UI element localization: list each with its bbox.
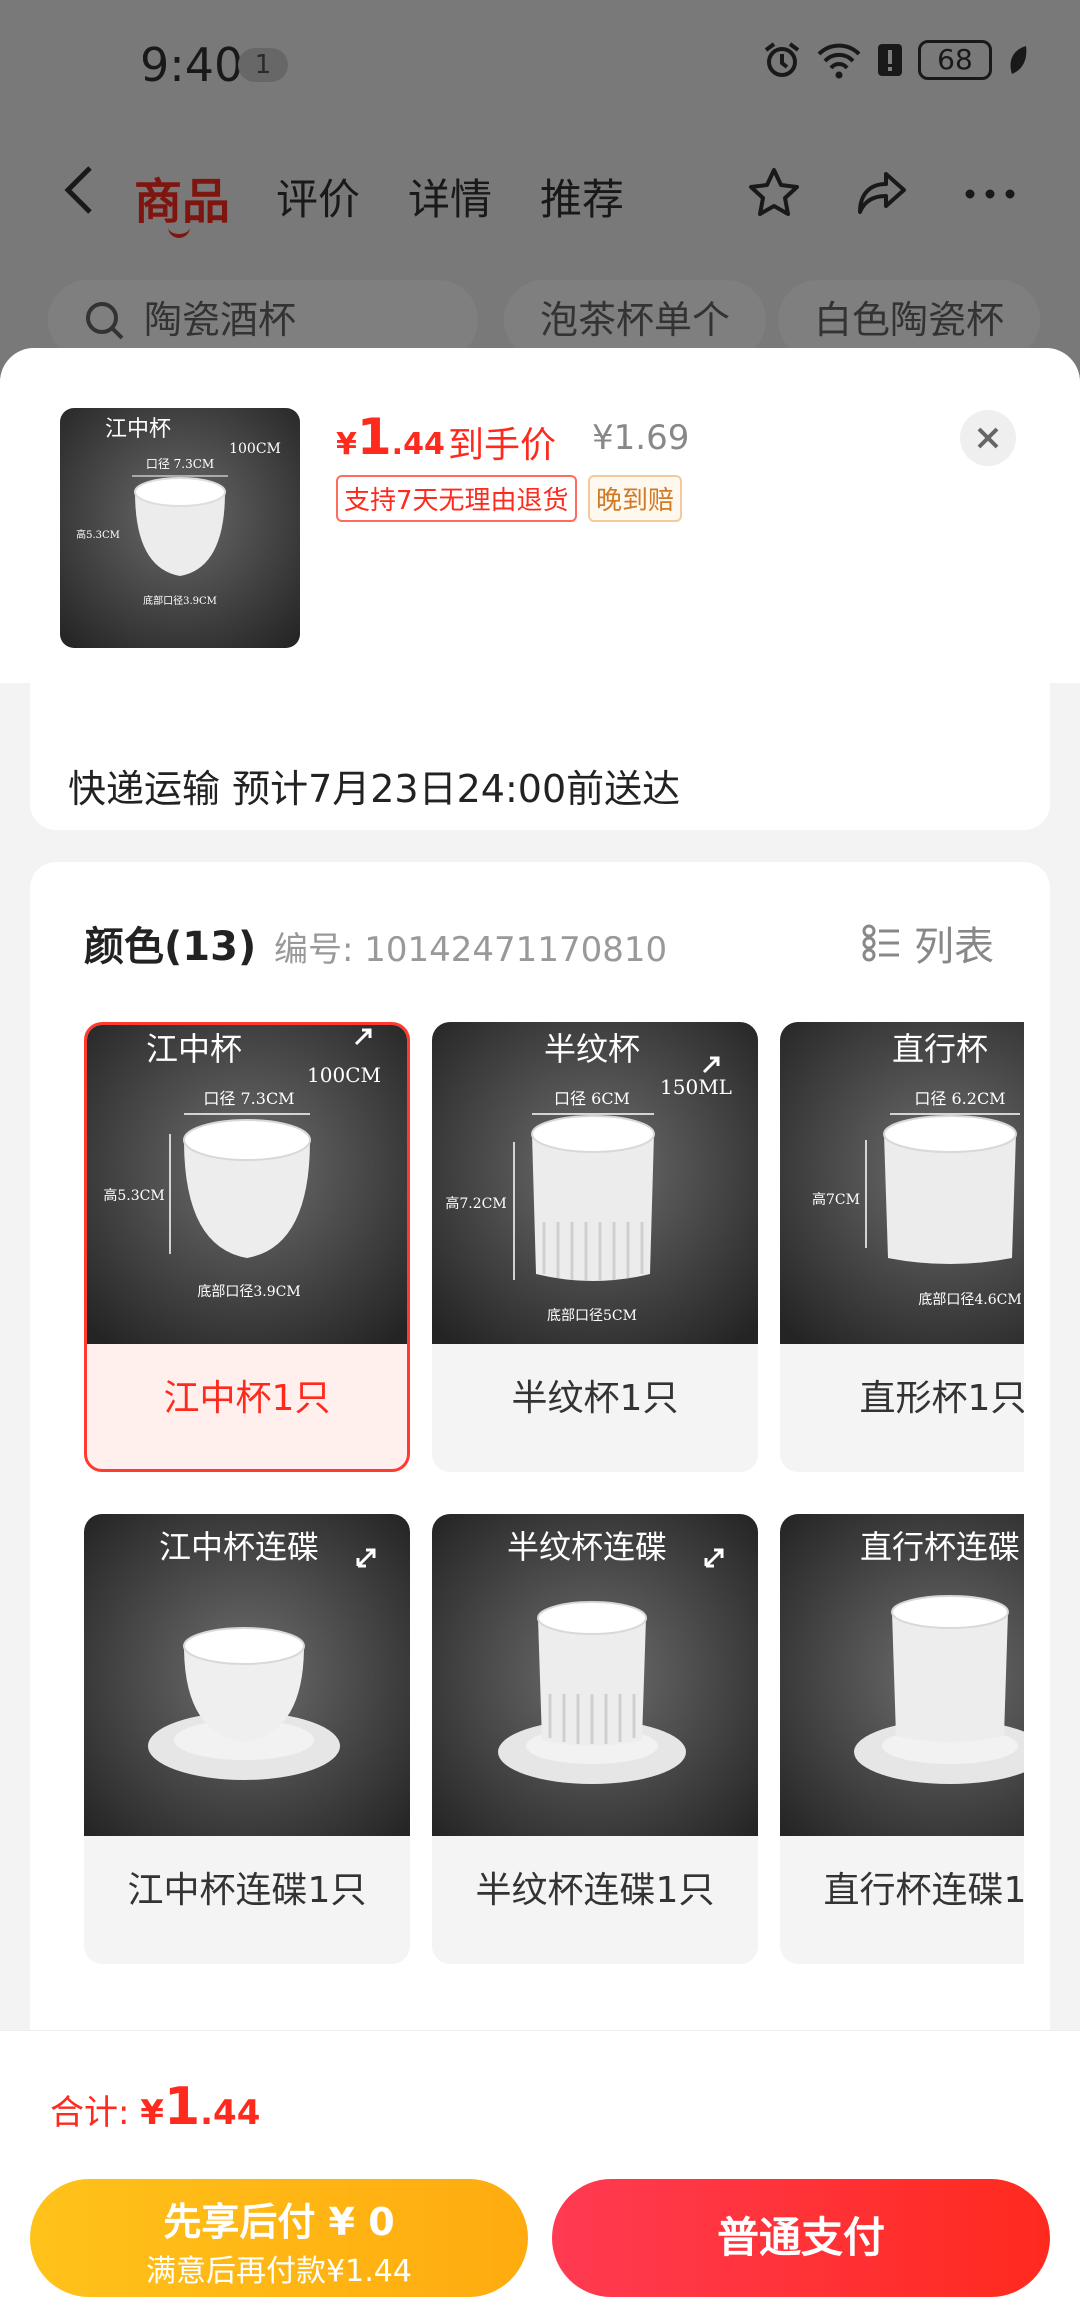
- color-option[interactable]: 直行杯 口径 6.2CM 高7CM 底部口径4.6CM 直形杯1只: [780, 1022, 1024, 1472]
- svg-text:直行杯: 直行杯: [892, 1030, 988, 1068]
- price-label: 到手价: [448, 425, 557, 466]
- pay-later-subtitle: 满意后再付款¥1.44: [146, 2254, 412, 2289]
- late-compensation-tag: 晚到赔: [588, 475, 683, 522]
- svg-text:直行杯连碟: 直行杯连碟: [860, 1528, 1020, 1566]
- option-label: 半纹杯连碟1只: [475, 1870, 715, 1911]
- option-label: 直行杯连碟1只: [823, 1870, 1024, 1911]
- pay-later-button[interactable]: 先享后付 ¥ 0 满意后再付款¥1.44: [30, 2179, 528, 2297]
- svg-text:江中杯: 江中杯: [146, 1030, 242, 1068]
- svg-text:江中杯连碟: 江中杯连碟: [159, 1528, 319, 1566]
- pay-later-title: 先享后付 ¥ 0: [163, 2200, 395, 2244]
- close-button[interactable]: [960, 410, 1016, 466]
- list-icon: [862, 924, 899, 962]
- option-image: 江中杯 100CM 口径 7.3CM 高5.3CM 底部口径3.9CM: [87, 1025, 407, 1344]
- svg-text:底部口径5CM: 底部口径5CM: [547, 1308, 637, 1324]
- svg-text:高7.2CM: 高7.2CM: [445, 1195, 506, 1212]
- option-image: 半纹杯连碟: [432, 1514, 758, 1836]
- product-thumbnail[interactable]: 江中杯 100CM 口径 7.3CM 高5.3CM 底部口径3.9CM: [60, 408, 300, 648]
- option-image: 半纹杯 150ML 口径 6CM 高7.2CM 底部口径5CM: [432, 1022, 758, 1344]
- close-icon: [977, 427, 999, 449]
- sku-selector-sheet: 江中杯 100CM 口径 7.3CM 高5.3CM 底部口径3.9CM ¥1.4…: [0, 348, 1080, 2310]
- sku-price: ¥1.44: [336, 408, 445, 466]
- svg-text:底部口径4.6CM: 底部口径4.6CM: [918, 1292, 1021, 1308]
- svg-text:口径 6CM: 口径 6CM: [554, 1089, 630, 1108]
- color-option[interactable]: 半纹杯 150ML 口径 6CM 高7.2CM 底部口径5CM 半纹杯1只: [432, 1022, 758, 1472]
- svg-text:底部口径3.9CM: 底部口径3.9CM: [197, 1284, 300, 1300]
- option-label: 半纹杯1只: [511, 1378, 679, 1419]
- svg-text:100CM: 100CM: [307, 1063, 381, 1087]
- thumb-title: 江中杯: [105, 417, 171, 442]
- thumb-mouth: 口径 7.3CM: [146, 457, 214, 471]
- total-price: 合计: ¥1.44: [50, 2077, 261, 2137]
- svg-text:口径 7.3CM: 口径 7.3CM: [203, 1089, 294, 1108]
- option-label: 江中杯1只: [163, 1378, 331, 1419]
- svg-text:半纹杯连碟: 半纹杯连碟: [507, 1528, 667, 1566]
- option-image: 江中杯连碟: [84, 1514, 410, 1836]
- delivery-estimate: 快递运输 预计7月23日24:00前送达: [68, 767, 681, 811]
- thumb-volume: 100CM: [229, 441, 281, 457]
- svg-text:150ML: 150ML: [660, 1075, 732, 1099]
- original-price: ¥1.69: [592, 418, 690, 458]
- product-code: 编号: 10142471170810: [274, 930, 668, 970]
- normal-pay-button[interactable]: 普通支付: [552, 2179, 1050, 2297]
- color-option[interactable]: 半纹杯连碟 半纹杯连碟1只: [432, 1514, 758, 1964]
- thumb-base: 底部口径3.9CM: [143, 594, 217, 607]
- option-image: 直行杯 口径 6.2CM 高7CM 底部口径4.6CM: [780, 1022, 1024, 1344]
- svg-text:口径 6.2CM: 口径 6.2CM: [914, 1089, 1005, 1108]
- svg-text:高7CM: 高7CM: [812, 1191, 860, 1208]
- color-option[interactable]: 江中杯 100CM 口径 7.3CM 高5.3CM 底部口径3.9CM 江中杯1…: [84, 1022, 410, 1472]
- option-label: 直形杯1只: [859, 1378, 1024, 1419]
- list-label: 列表: [914, 924, 994, 970]
- svg-text:半纹杯: 半纹杯: [544, 1030, 640, 1068]
- return-policy-tag: 支持7天无理由退货: [336, 475, 577, 522]
- color-option[interactable]: 直行杯连碟 直行杯连碟1只: [780, 1514, 1024, 1964]
- option-label: 江中杯连碟1只: [127, 1870, 367, 1911]
- svg-text:高5.3CM: 高5.3CM: [103, 1187, 164, 1204]
- thumb-height: 高5.3CM: [76, 528, 120, 541]
- color-section-title: 颜色(13): [84, 924, 257, 970]
- list-view-toggle[interactable]: 列表: [862, 914, 994, 972]
- checkout-footer: 合计: ¥1.44 先享后付 ¥ 0 满意后再付款¥1.44 普通支付: [0, 2030, 1080, 2310]
- color-options-grid: 江中杯 100CM 口径 7.3CM 高5.3CM 底部口径3.9CM 江中杯1…: [84, 1022, 1024, 2022]
- option-image: 直行杯连碟: [780, 1514, 1024, 1836]
- color-option[interactable]: 江中杯连碟 江中杯连碟1只: [84, 1514, 410, 1964]
- sheet-header: 江中杯 100CM 口径 7.3CM 高5.3CM 底部口径3.9CM ¥1.4…: [0, 348, 1080, 683]
